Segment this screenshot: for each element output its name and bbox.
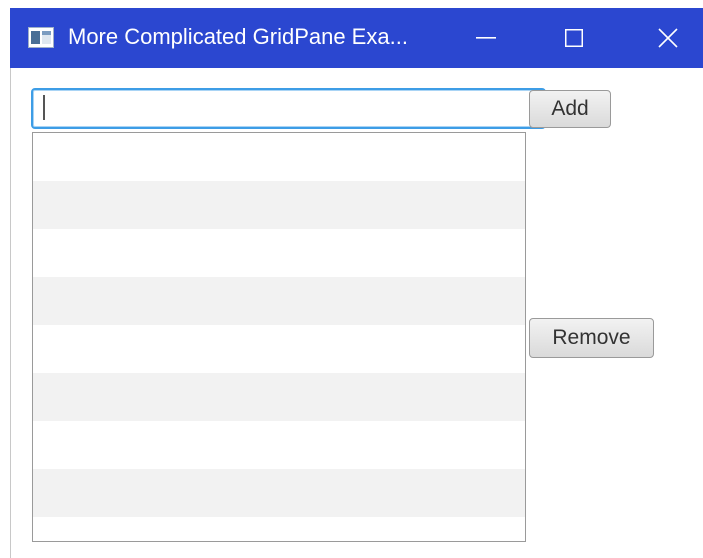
add-button[interactable]: Add bbox=[529, 90, 611, 128]
maximize-icon bbox=[565, 29, 583, 47]
items-list[interactable] bbox=[32, 132, 526, 542]
list-item[interactable] bbox=[33, 517, 525, 541]
list-item[interactable] bbox=[33, 229, 525, 277]
window-border bbox=[10, 68, 11, 558]
close-icon bbox=[658, 28, 678, 48]
close-button[interactable] bbox=[642, 8, 694, 68]
item-text-input[interactable] bbox=[31, 88, 546, 129]
list-item[interactable] bbox=[33, 421, 525, 469]
title-bar[interactable]: More Complicated GridPane Exa... bbox=[10, 8, 703, 68]
list-item[interactable] bbox=[33, 325, 525, 373]
list-item[interactable] bbox=[33, 469, 525, 517]
list-item[interactable] bbox=[33, 277, 525, 325]
list-item[interactable] bbox=[33, 181, 525, 229]
minimize-icon bbox=[476, 37, 496, 39]
app-window: More Complicated GridPane Exa... Add Rem… bbox=[0, 0, 703, 558]
window-title: More Complicated GridPane Exa... bbox=[68, 24, 408, 49]
remove-button[interactable]: Remove bbox=[529, 318, 654, 358]
text-caret bbox=[43, 95, 45, 120]
java-app-icon bbox=[28, 27, 54, 48]
list-item[interactable] bbox=[33, 133, 525, 181]
minimize-button[interactable] bbox=[460, 8, 512, 68]
maximize-button[interactable] bbox=[548, 8, 600, 68]
list-item[interactable] bbox=[33, 373, 525, 421]
